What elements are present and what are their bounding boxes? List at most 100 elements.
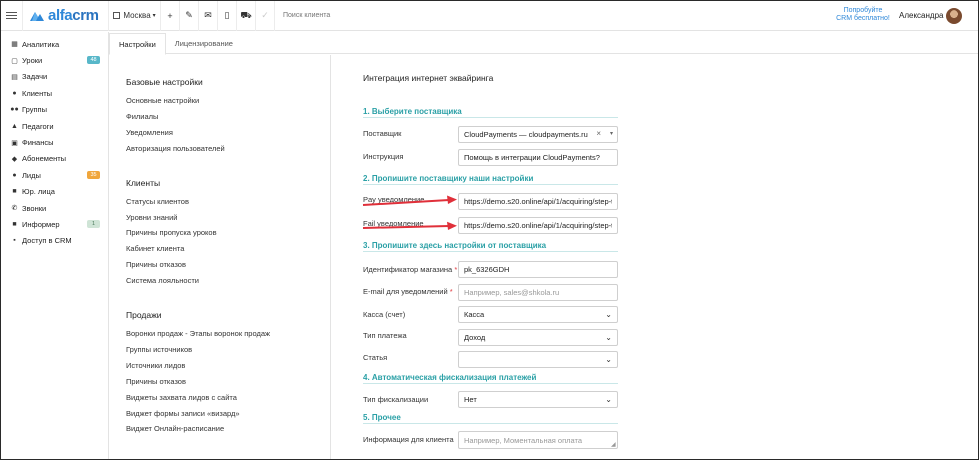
wrench-icon[interactable]: ✎ [180,1,199,31]
settings-menu-link[interactable]: Основные настройки [126,96,199,105]
settings-menu: Базовые настройки Основные настройки Филиа… [109,55,331,459]
caret-down-icon: ▾ [609,131,613,137]
settings-menu-link[interactable]: Статусы клиентов [126,197,189,206]
sidebar-item-2[interactable]: ▤ Задачи [1,69,108,85]
settings-menu-link[interactable]: Источники лидов [126,361,185,370]
group-icon: ●● [10,106,19,114]
add-icon[interactable]: + [161,1,180,31]
sidebar-item-6[interactable]: ▣ Финансы [1,134,108,150]
mail-icon[interactable]: ✉ [199,1,218,31]
tag-icon: ◆ [11,155,18,163]
sidebar-item-label: Уроки [22,56,43,66]
resize-handle-icon[interactable]: ◢ [611,441,616,448]
sidebar-item-0[interactable]: ▦ Аналитика [1,36,108,52]
tab-licensing[interactable]: Лицензирование [166,32,242,54]
divider [363,423,618,424]
instruction-field[interactable] [458,149,618,166]
sidebar-item-7[interactable]: ◆ Абонементы [1,151,108,167]
sidebar-item-11[interactable]: ■ Информер 1 [1,216,108,232]
client-info-label: Информация для клиента [363,435,454,444]
sidebar-item-12[interactable]: ▪ Доступ в CRM [1,233,108,249]
user-name[interactable]: Александра [899,11,943,20]
clear-icon[interactable]: × [596,129,601,138]
client-info-textarea[interactable] [458,431,618,449]
step-2-heading: 2. Пропишите поставщику наши настройки [363,174,534,183]
sidebar-item-1[interactable]: ▢ Уроки 48 [1,52,108,68]
settings-menu-link[interactable]: Группы источников [126,345,192,354]
sidebar-item-label: Юр. лица [22,187,55,197]
free-trial-link[interactable]: Попробуйте CRM бесплатно! [831,7,895,23]
fail-notification-field[interactable] [458,217,618,234]
sidebar-item-9[interactable]: ■ Юр. лица [1,184,108,200]
settings-menu-link[interactable]: Причины отказов [126,377,186,386]
lead-icon: ● [12,171,17,179]
email-field[interactable] [458,284,618,301]
sidebar-item-8[interactable]: ● Лиды 35 [1,167,108,183]
sidebar-item-label: Финансы [22,138,54,148]
money-icon: ▣ [11,139,18,147]
search-box[interactable] [275,1,415,31]
fiscal-type-select[interactable]: Нет ⌄ [458,391,618,408]
settings-menu-link[interactable]: Виджет Онлайн-расписание [126,424,224,433]
top-bar: alfacrm Москва ▾ + ✎ ✉ ▯ ⛟ ✓ Попробуйте … [1,1,978,31]
chevron-down-icon: ⌄ [605,395,612,404]
city-selector[interactable]: Москва ▾ [109,1,161,31]
user-icon: ● [12,89,17,97]
cart-icon[interactable]: ⛟ [237,1,256,31]
settings-menu-link[interactable]: Виджеты захвата лидов с сайта [126,393,237,402]
step-1-heading: 1. Выберите поставщика [363,107,462,116]
settings-menu-link[interactable]: Авторизация пользователей [126,144,225,153]
hamburger-menu-icon[interactable] [1,1,23,31]
chevron-down-icon: ⌄ [605,333,612,342]
sidebar-item-10[interactable]: ✆ Звонки [1,200,108,216]
sidebar-item-label: Лиды [22,170,41,180]
cashbox-value: Касса [464,310,485,319]
caret-down-icon: ▾ [152,13,156,19]
shop-id-field[interactable] [458,261,618,278]
settings-menu-link[interactable]: Причины отказов [126,260,186,269]
settings-menu-link[interactable]: Виджет формы записи «визард» [126,409,240,418]
tab-settings[interactable]: Настройки [109,33,166,55]
phone-icon: ✆ [11,205,18,213]
settings-menu-link[interactable]: Уведомления [126,128,173,137]
settings-menu-link[interactable]: Кабинет клиента [126,244,184,253]
teacher-icon: ▲ [11,122,18,130]
step-3-heading: 3. Пропишите здесь настройки от поставщи… [363,241,547,250]
step-5-heading: 5. Прочее [363,413,401,422]
sidebar-item-label: Информер [22,219,60,229]
instruction-label: Инструкция [363,152,404,161]
settings-menu-link[interactable]: Система лояльности [126,276,199,285]
provider-select[interactable]: CloudPayments — cloudpayments.ru × ▾ [458,126,618,143]
payment-type-value: Доход [464,333,486,342]
chart-icon: ▦ [11,41,18,49]
cashbox-select[interactable]: Касса ⌄ [458,306,618,323]
annotation-arrow-fail [362,221,457,230]
lock-icon: ▪ [13,237,16,245]
sidebar-item-label: Группы [22,105,47,115]
provider-label: Поставщик [363,129,402,138]
tasks-icon: ▤ [11,73,18,81]
settings-menu-link[interactable]: Воронки продаж - Этапы воронок продаж [126,329,270,338]
sidebar-item-3[interactable]: ● Клиенты [1,85,108,101]
sidebar-item-label: Абонементы [22,154,67,164]
mobile-icon[interactable]: ▯ [218,1,237,31]
settings-menu-link[interactable]: Филиалы [126,112,158,121]
sidebar-item-label: Педагоги [22,121,54,131]
sidebar-item-label: Задачи [22,72,48,82]
payment-type-select[interactable]: Доход ⌄ [458,329,618,346]
logo-icon [30,11,44,21]
article-select[interactable]: ⌄ [458,351,618,368]
informer-icon: ■ [12,220,17,228]
logo[interactable]: alfacrm [23,1,109,31]
chevron-down-icon: ⌄ [605,355,612,364]
sidebar-item-label: Клиенты [22,88,53,98]
check-icon[interactable]: ✓ [256,1,275,31]
pay-notification-field[interactable] [458,193,618,210]
avatar[interactable] [946,8,962,24]
sidebar-item-5[interactable]: ▲ Педагоги [1,118,108,134]
settings-menu-link[interactable]: Уровни знаний [126,213,177,222]
cashbox-label: Касса (счет) [363,310,406,319]
search-input[interactable] [283,12,403,19]
sidebar-item-4[interactable]: ●● Группы [1,102,108,118]
settings-menu-link[interactable]: Причины пропуска уроков [126,228,217,237]
